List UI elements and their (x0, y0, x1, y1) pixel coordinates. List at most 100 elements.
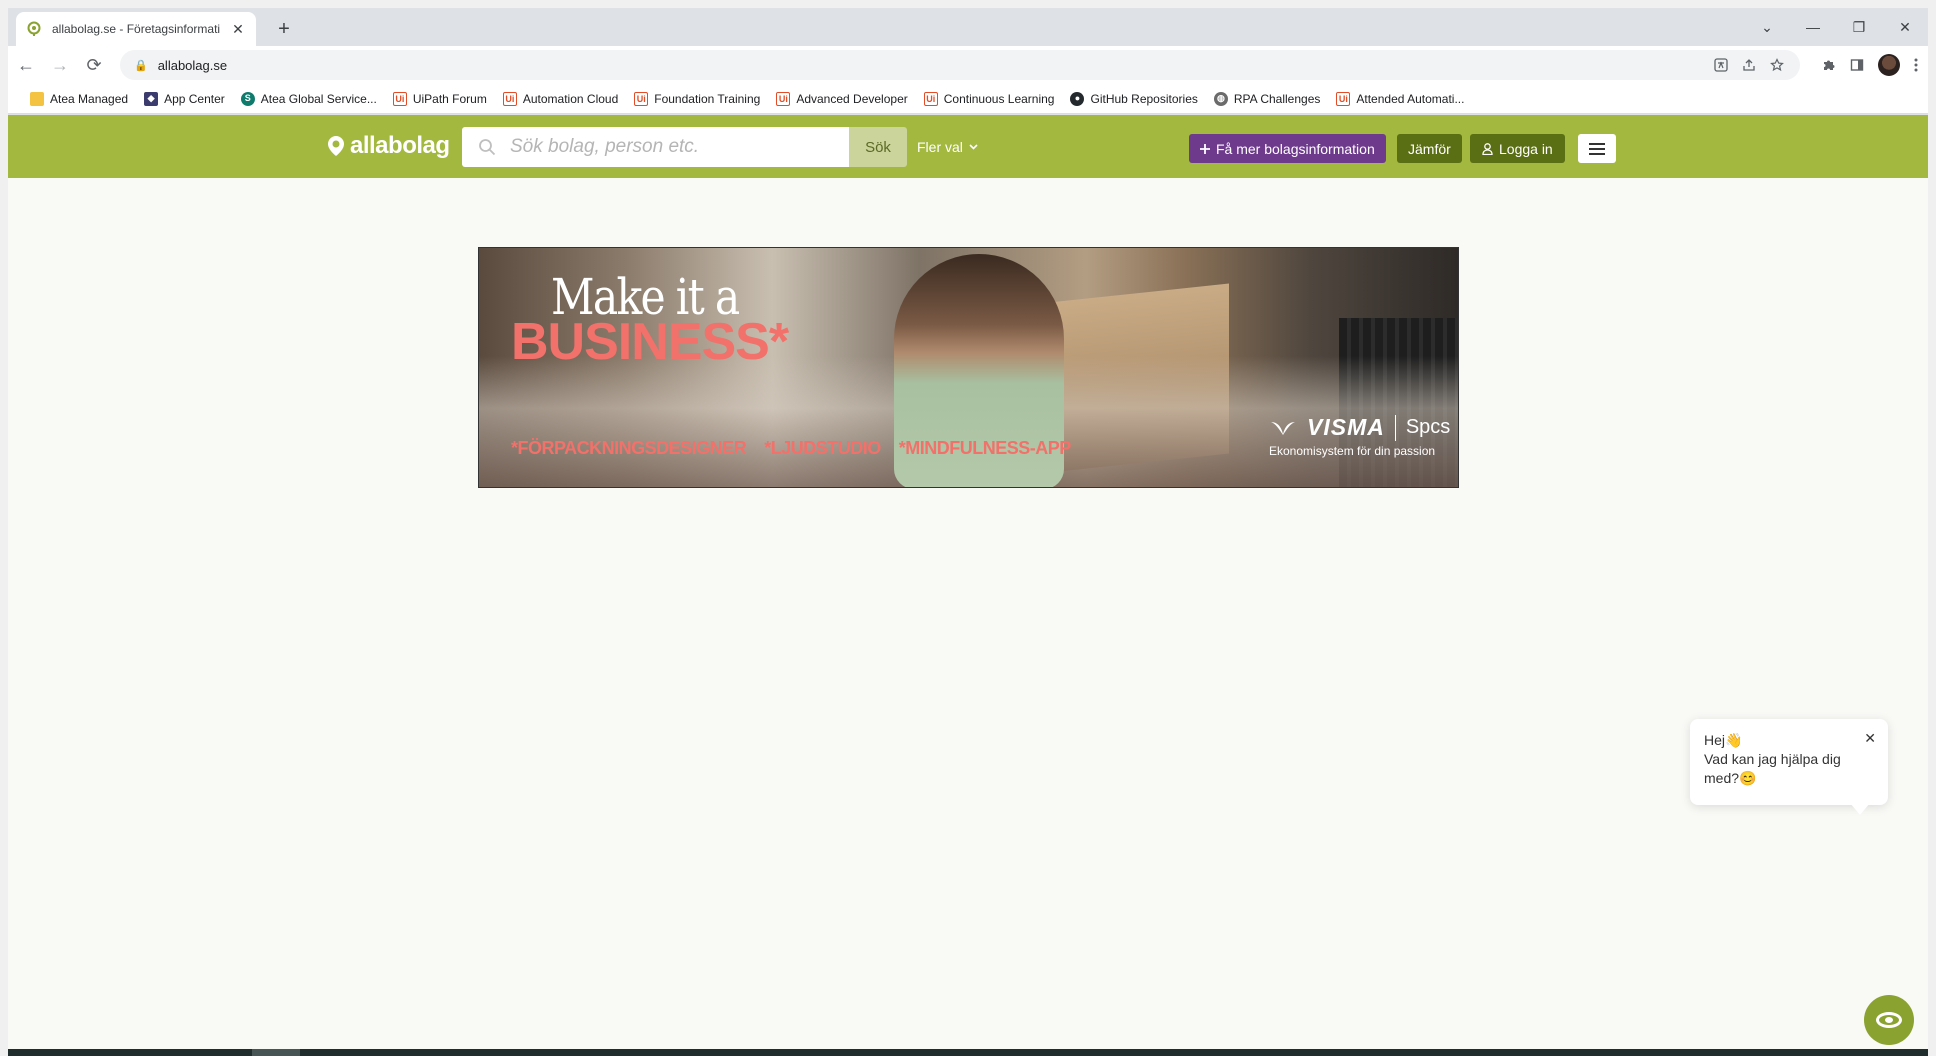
more-options-menu[interactable]: Fler val (917, 139, 978, 155)
allabolag-logo[interactable]: allabolag (326, 132, 450, 160)
plus-icon (1200, 143, 1210, 154)
translate-icon[interactable] (1714, 58, 1728, 72)
forward-button[interactable]: → (44, 49, 76, 81)
bookmark-star-icon[interactable] (1770, 58, 1784, 72)
user-icon (1482, 142, 1493, 155)
bottom-scrollbar[interactable] (8, 1049, 1928, 1056)
ad-tag: *MINDFULNESS-APP (898, 438, 1072, 458)
sharepoint-icon: S (240, 91, 255, 106)
browser-window: allabolag.se - Företagsinformation ✕ + ⌄… (8, 8, 1928, 1056)
bookmark-label: App Center (164, 91, 225, 106)
get-company-info-button[interactable]: Få mer bolagsinformation (1189, 134, 1386, 163)
globe-icon: ◍ (1213, 91, 1228, 106)
login-label: Logga in (1499, 140, 1553, 157)
bookmark-label: Advanced Developer (796, 91, 908, 106)
compare-button[interactable]: Jämför (1397, 134, 1462, 163)
bookmark-uipath-forum[interactable]: Ui UiPath Forum (385, 86, 495, 112)
chat-launcher-button[interactable] (1864, 995, 1914, 1045)
chevron-down-icon (969, 144, 978, 150)
bookmark-foundation-training[interactable]: Ui Foundation Training (626, 86, 768, 112)
tab-search-icon[interactable]: ⌄ (1744, 8, 1790, 46)
spcs-brand: Spcs (1405, 416, 1451, 438)
uipath-icon: Ui (634, 91, 649, 106)
bookmark-atea-global-service[interactable]: S Atea Global Service... (233, 86, 385, 112)
app-center-icon: ◆ (144, 91, 159, 106)
login-button[interactable]: Logga in (1470, 134, 1565, 163)
folder-icon (30, 91, 44, 106)
bookmark-rpa-challenges[interactable]: ◍ RPA Challenges (1206, 86, 1329, 112)
bookmark-app-center[interactable]: ◆ App Center (136, 86, 233, 112)
uipath-icon: Ui (1336, 91, 1351, 106)
ad-headline-2: BUSINESS* (511, 313, 789, 371)
tab-title: allabolag.se - Företagsinformation (52, 22, 220, 36)
bookmark-label: Continuous Learning (943, 91, 1055, 106)
bookmark-atea-managed[interactable]: Atea Managed (22, 86, 136, 112)
bookmark-continuous-learning[interactable]: Ui Continuous Learning (916, 86, 1063, 112)
bookmark-label: Attended Automati... (1356, 91, 1465, 106)
chat-message: Vad kan jag hjälpa dig med?😊 (1704, 751, 1841, 786)
minimize-button[interactable]: — (1790, 8, 1836, 46)
uipath-icon: Ui (776, 91, 791, 106)
uipath-icon: Ui (392, 91, 407, 106)
bookmark-label: RPA Challenges (1233, 91, 1321, 106)
extensions-puzzle-icon[interactable] (1822, 58, 1836, 72)
tab-strip: allabolag.se - Företagsinformation ✕ + ⌄… (8, 8, 1928, 46)
window-controls: ⌄ — ❐ ✕ (1744, 8, 1928, 46)
logo-text: allabolag (350, 132, 450, 159)
bookmark-attended-automation[interactable]: Ui Attended Automati... (1328, 86, 1472, 112)
visma-brand: VISMA (1307, 414, 1385, 440)
bookmark-label: UiPath Forum (412, 91, 487, 106)
back-button[interactable]: ← (10, 49, 42, 81)
search-input[interactable] (510, 136, 830, 158)
new-tab-button[interactable]: + (270, 16, 298, 44)
compare-label: Jämför (1408, 140, 1451, 157)
chat-bubble-tail (1850, 803, 1870, 815)
reload-button[interactable]: ⟳ (78, 49, 110, 81)
bookmark-label: Foundation Training (654, 91, 761, 106)
search-icon (479, 139, 496, 156)
brand-divider (1394, 414, 1396, 441)
restore-button[interactable]: ❐ (1836, 8, 1882, 46)
uipath-icon: Ui (502, 91, 517, 106)
ad-tag: *FÖRPACKNINGSDESIGNER (511, 438, 747, 458)
bookmark-label: GitHub Repositories (1090, 91, 1198, 106)
browser-toolbar: ← → ⟳ 🔒 allabolag.se (8, 46, 1928, 84)
ad-tag: *LJUDSTUDIO (764, 438, 881, 458)
profile-avatar[interactable] (1878, 54, 1900, 76)
address-url[interactable]: allabolag.se (158, 58, 227, 73)
tab-allabolag[interactable]: allabolag.se - Företagsinformation ✕ (16, 12, 256, 46)
visma-swoosh-icon (1271, 421, 1295, 435)
get-company-info-label: Få mer bolagsinformation (1216, 140, 1375, 157)
ad-tags: *FÖRPACKNINGSDESIGNER *LJUDSTUDIO *MINDF… (511, 438, 1071, 459)
page-viewport: allabolag Sök Fler val Få mer bolagsinfo… (8, 115, 1928, 1056)
more-options-label: Fler val (917, 139, 963, 155)
browser-menu-kebab-icon[interactable] (1914, 58, 1918, 72)
lock-icon[interactable]: 🔒 (134, 59, 148, 72)
company-search[interactable] (462, 127, 849, 167)
uipath-icon: Ui (923, 91, 938, 106)
bookmark-automation-cloud[interactable]: Ui Automation Cloud (495, 86, 626, 112)
location-pin-icon (328, 136, 344, 156)
allabolag-favicon-icon (27, 21, 41, 36)
tab-close-icon[interactable]: ✕ (230, 21, 246, 38)
bookmark-advanced-developer[interactable]: Ui Advanced Developer (768, 86, 915, 112)
chat-greeting-bubble[interactable]: Hej👋 Vad kan jag hjälpa dig med?😊 ✕ (1690, 719, 1888, 815)
share-icon[interactable] (1742, 58, 1756, 72)
visma-ad-banner[interactable]: Make it a BUSINESS* *FÖRPACKNINGSDESIGNE… (478, 247, 1459, 488)
toolbar-extensions (1822, 46, 1918, 84)
side-panel-icon[interactable] (1850, 58, 1864, 72)
chat-close-icon[interactable]: ✕ (1864, 729, 1876, 748)
search-button[interactable]: Sök (849, 127, 907, 167)
hamburger-icon (1589, 142, 1605, 155)
ad-slogan: Ekonomisystem för din passion (1269, 444, 1436, 458)
hamburger-menu-button[interactable] (1578, 134, 1616, 163)
screen: allabolag.se - Företagsinformation ✕ + ⌄… (0, 0, 1936, 1056)
visma-logo: VISMA Spcs (1269, 414, 1450, 441)
bookmark-github-repositories[interactable]: ● GitHub Repositories (1062, 86, 1205, 112)
chat-greeting: Hej👋 (1704, 732, 1743, 748)
close-window-button[interactable]: ✕ (1882, 8, 1928, 46)
address-bar[interactable]: 🔒 allabolag.se (120, 50, 1800, 80)
scrollbar-thumb[interactable] (252, 1049, 300, 1056)
bookmark-label: Automation Cloud (522, 91, 619, 106)
site-header: allabolag Sök Fler val Få mer bolagsinfo… (8, 115, 1928, 178)
